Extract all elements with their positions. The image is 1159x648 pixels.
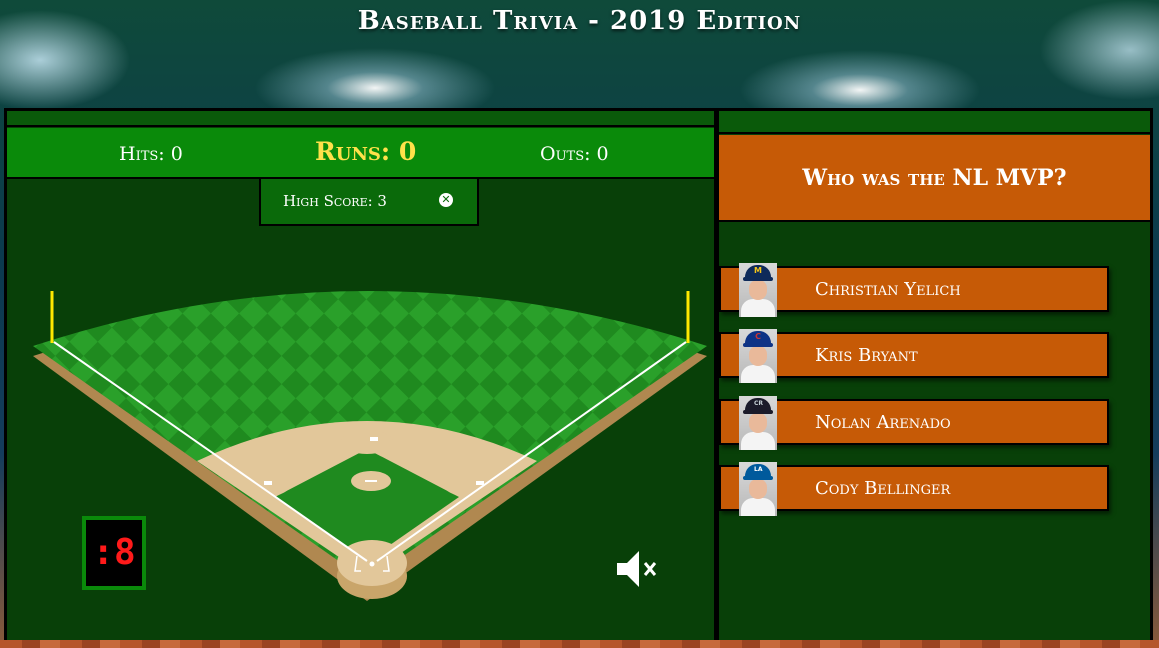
answer-option-kris-bryant[interactable]: C Kris Bryant bbox=[719, 329, 1109, 383]
answer-option-christian-yelich[interactable]: M Christian Yelich bbox=[719, 263, 1109, 317]
player-photo: M bbox=[739, 263, 777, 317]
answer-label: Kris Bryant bbox=[815, 345, 918, 366]
answer-label: Cody Bellinger bbox=[815, 478, 951, 499]
runs-count: Runs: 0 bbox=[315, 137, 417, 166]
player-photo: CR bbox=[739, 396, 777, 450]
game-top-bar bbox=[7, 111, 714, 127]
question-text: Who was the NL MVP? bbox=[719, 135, 1150, 222]
high-score-text: High Score: 3 bbox=[283, 192, 387, 210]
answer-option-cody-bellinger[interactable]: LA Cody Bellinger bbox=[719, 462, 1109, 516]
player-photo: LA bbox=[739, 462, 777, 516]
hits-count: Hits: 0 bbox=[119, 143, 183, 165]
answer-option-nolan-arenado[interactable]: CR Nolan Arenado bbox=[719, 396, 1109, 450]
pitch-timer: :8 bbox=[82, 516, 146, 590]
outs-count: Outs: 0 bbox=[540, 143, 609, 165]
game-title: Baseball Trivia - 2019 Edition bbox=[357, 6, 802, 36]
game-panel: Hits: 0 Runs: 0 Outs: 0 High Score: 3 ✕ bbox=[4, 108, 717, 643]
quiz-panel: Who was the NL MVP? M Christian Yelich C… bbox=[716, 108, 1153, 643]
answer-label: Christian Yelich bbox=[815, 279, 961, 300]
player-photo: C bbox=[739, 329, 777, 383]
high-score-popup: High Score: 3 ✕ bbox=[259, 179, 479, 226]
speaker-muted-icon[interactable] bbox=[615, 547, 663, 591]
dirt-stripe bbox=[0, 640, 1159, 648]
scoreboard: Hits: 0 Runs: 0 Outs: 0 bbox=[7, 128, 714, 179]
close-icon[interactable]: ✕ bbox=[439, 193, 453, 207]
quiz-top-bar bbox=[719, 111, 1150, 134]
answer-label: Nolan Arenado bbox=[815, 412, 951, 433]
